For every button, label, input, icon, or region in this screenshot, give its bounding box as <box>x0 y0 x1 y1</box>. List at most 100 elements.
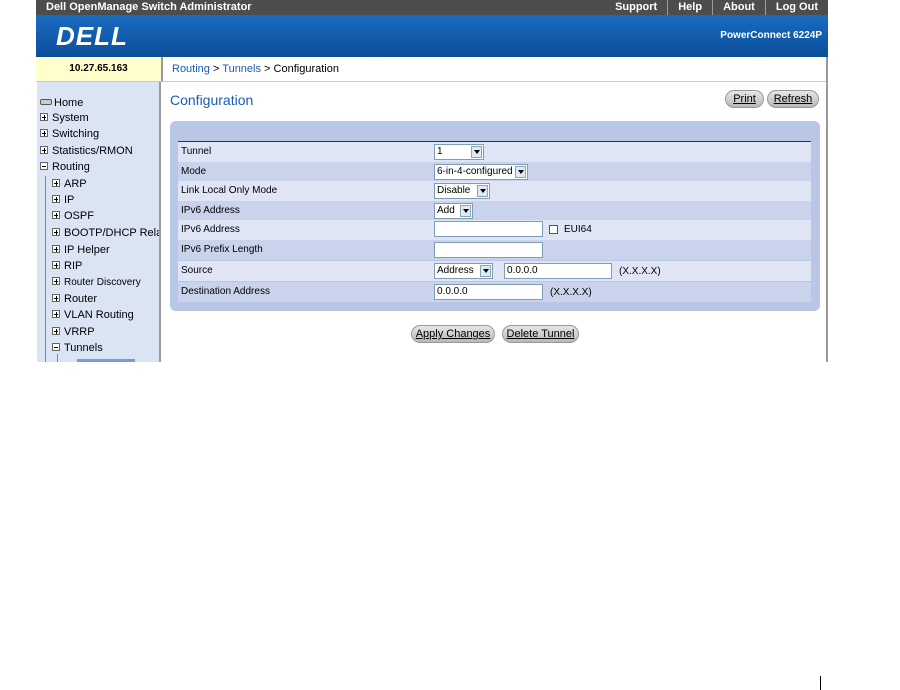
sidebar-item-bootp-dhcp-relay[interactable]: BOOTP/DHCP Relay A <box>52 227 159 239</box>
sidebar-item-statistics-rmon[interactable]: Statistics/RMON <box>40 145 133 157</box>
source-type-value: Address <box>437 265 474 276</box>
mode-label: Mode <box>181 166 207 177</box>
sidebar-item-label: Router <box>64 293 98 305</box>
sidebar-item-label: Routing <box>52 161 90 173</box>
ipv6-address-label: IPv6 Address <box>181 224 240 235</box>
sidebar-item-switching[interactable]: Switching <box>40 128 99 140</box>
sidebar-item-label: Home <box>54 97 84 109</box>
ipv6-address-input[interactable] <box>434 221 543 237</box>
chevron-down-icon <box>477 185 488 197</box>
sidebar-item-arp[interactable]: ARP <box>52 178 87 190</box>
sidebar-item-label: OSPF <box>64 210 94 222</box>
sidebar-item-home[interactable]: Home <box>40 97 83 109</box>
breadcrumb-current: Configuration <box>273 63 339 75</box>
expand-icon[interactable] <box>52 327 60 335</box>
expand-icon[interactable] <box>40 113 48 121</box>
expand-icon[interactable] <box>52 310 60 318</box>
sidebar-item-ip-helper[interactable]: IP Helper <box>52 244 110 256</box>
collapse-icon[interactable] <box>40 162 48 170</box>
delete-tunnel-button[interactable]: Delete Tunnel <box>502 325 579 343</box>
expand-icon[interactable] <box>52 277 60 285</box>
breadcrumb-routing[interactable]: Routing <box>172 63 210 75</box>
sidebar-item-routing[interactable]: Routing <box>40 161 90 173</box>
expand-icon[interactable] <box>52 228 60 236</box>
tunnel-select[interactable]: 1 <box>434 144 484 160</box>
destination-label: Destination Address <box>181 286 270 297</box>
sidebar-item-label: BOOTP/DHCP Relay A <box>64 227 159 239</box>
sidebar-item-configuration-selected[interactable] <box>77 359 135 362</box>
chevron-down-icon <box>480 265 491 277</box>
sidebar-item-rip[interactable]: RIP <box>52 260 82 272</box>
help-link[interactable]: Help <box>667 0 712 15</box>
sidebar-item-vlan-routing[interactable]: VLAN Routing <box>52 309 134 321</box>
link-local-row: Link Local Only Mode Disable <box>178 181 811 201</box>
mode-value: 6-in-4-configured <box>437 166 513 177</box>
tunnel-config-form: Tunnel 1 Mode 6-in-4-configured Link Loc… <box>170 121 820 311</box>
tunnel-value: 1 <box>437 146 443 157</box>
breadcrumb-tunnels[interactable]: Tunnels <box>222 63 261 75</box>
destination-address-input[interactable]: 0.0.0.0 <box>434 284 543 300</box>
mode-select[interactable]: 6-in-4-configured <box>434 164 528 180</box>
ipv6-address-row: IPv6 Address EUI64 <box>178 220 811 240</box>
expand-icon[interactable] <box>40 129 48 137</box>
sidebar-item-ospf[interactable]: OSPF <box>52 210 94 222</box>
support-link[interactable]: Support <box>605 0 667 15</box>
expand-icon[interactable] <box>52 195 60 203</box>
sidebar-item-label: Tunnels <box>64 342 103 354</box>
top-bar: Dell OpenManage Switch Administrator Sup… <box>36 0 828 15</box>
page-title: Configuration <box>170 92 254 108</box>
tunnel-row: Tunnel 1 <box>178 142 811 162</box>
apply-changes-button[interactable]: Apply Changes <box>411 325 495 343</box>
page-margin-mark <box>820 676 821 690</box>
mode-row: Mode 6-in-4-configured <box>178 162 811 182</box>
tree-line <box>45 176 46 362</box>
expand-icon[interactable] <box>52 179 60 187</box>
source-address-input[interactable]: 0.0.0.0 <box>504 263 612 279</box>
sidebar-item-tunnels[interactable]: Tunnels <box>52 342 103 354</box>
sidebar-item-label: VLAN Routing <box>64 309 134 321</box>
about-link[interactable]: About <box>712 0 765 15</box>
expand-icon[interactable] <box>52 294 60 302</box>
header-banner: DELL PowerConnect 6224P <box>36 15 828 57</box>
sidebar-nav: Home System Switching Statistics/RMON Ro… <box>37 82 161 362</box>
destination-row: Destination Address 0.0.0.0 (X.X.X.X) <box>178 282 811 302</box>
link-local-label: Link Local Only Mode <box>181 185 278 196</box>
prefix-length-input[interactable] <box>434 242 543 258</box>
dell-logo: DELL <box>56 21 128 51</box>
sidebar-item-ip[interactable]: IP <box>52 194 74 206</box>
source-type-select[interactable]: Address <box>434 263 493 279</box>
eui64-checkbox[interactable] <box>549 225 558 234</box>
sidebar-item-label: Router Discovery <box>64 277 141 288</box>
sidebar-item-label: IP <box>64 194 75 206</box>
sidebar-item-router-discovery[interactable]: Router Discovery <box>52 277 141 288</box>
source-label: Source <box>181 265 213 276</box>
sidebar-item-vrrp[interactable]: VRRP <box>52 326 95 338</box>
tree-line <box>57 354 58 362</box>
destination-format-hint: (X.X.X.X) <box>550 287 592 298</box>
print-button[interactable]: Print <box>725 90 764 108</box>
expand-icon[interactable] <box>52 261 60 269</box>
prefix-length-row: IPv6 Prefix Length <box>178 240 811 260</box>
collapse-icon[interactable] <box>52 343 60 351</box>
expand-icon[interactable] <box>40 146 48 154</box>
logout-link[interactable]: Log Out <box>764 0 828 15</box>
chevron-down-icon <box>471 146 482 158</box>
sidebar-item-label: System <box>52 112 89 124</box>
prefix-length-label: IPv6 Prefix Length <box>181 244 263 255</box>
sidebar-item-system[interactable]: System <box>40 112 89 124</box>
sidebar-item-label: Statistics/RMON <box>52 145 133 157</box>
ip-address: 10.27.65.163 <box>36 57 161 82</box>
ipv6-action-row: IPv6 Address Add <box>178 201 811 221</box>
expand-icon[interactable] <box>52 245 60 253</box>
link-local-select[interactable]: Disable <box>434 183 490 199</box>
sidebar-item-label: VRRP <box>64 326 95 338</box>
ipv6-action-value: Add <box>437 205 455 216</box>
home-icon <box>40 99 52 105</box>
sidebar-item-label: Switching <box>52 128 100 140</box>
sidebar-item-label: IP Helper <box>64 244 110 256</box>
expand-icon[interactable] <box>52 211 60 219</box>
ipv6-action-select[interactable]: Add <box>434 203 473 219</box>
content-border <box>826 57 828 362</box>
sidebar-item-router[interactable]: Router <box>52 293 97 305</box>
refresh-button[interactable]: Refresh <box>767 90 819 108</box>
